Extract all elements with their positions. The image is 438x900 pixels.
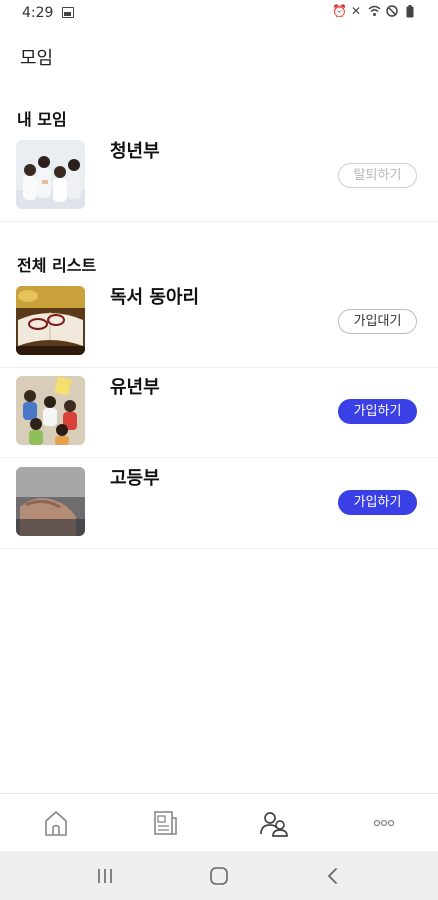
more-icon[interactable] [369,808,399,838]
group-icon[interactable] [259,808,289,838]
back-icon[interactable] [322,865,344,887]
pending-button[interactable]: 가입대기 [338,309,417,334]
system-nav [0,851,438,900]
group-thumbnail [16,467,85,536]
wifi-icon [368,5,381,17]
bottom-nav [0,793,438,851]
group-row-reading[interactable]: 독서 동아리 가입대기 [0,278,438,368]
battery-icon [404,5,416,18]
status-bar: 4:29 ⏰ ✕ [0,0,438,28]
status-time: 4:29 [22,5,54,21]
group-name: 청년부 [110,141,160,162]
status-icons: ⏰ ✕ [332,4,416,18]
page-title: 모임 [20,48,54,69]
group-row-highschool[interactable]: 고등부 가입하기 [0,459,438,549]
leave-button[interactable]: 탈퇴하기 [338,163,417,188]
news-icon[interactable] [150,808,180,838]
alarm-icon: ⏰ [332,4,347,18]
all-groups-title: 전체 리스트 [17,256,97,275]
group-name: 독서 동아리 [110,287,200,308]
join-button[interactable]: 가입하기 [338,399,417,424]
group-thumbnail [16,140,85,209]
group-row-children[interactable]: 유년부 가입하기 [0,368,438,458]
group-thumbnail [16,376,85,445]
my-group-row[interactable]: 청년부 탈퇴하기 [0,132,438,222]
home-icon[interactable] [41,808,71,838]
gallery-icon [62,7,74,18]
my-groups-title: 내 모임 [17,110,67,129]
dnd-icon [386,5,398,17]
home-circle-icon[interactable] [208,865,230,887]
group-name: 유년부 [110,377,160,398]
recents-icon[interactable] [94,865,116,887]
group-name: 고등부 [110,468,160,489]
group-thumbnail [16,286,85,355]
join-button[interactable]: 가입하기 [338,490,417,515]
mute-icon: ✕ [350,4,362,18]
